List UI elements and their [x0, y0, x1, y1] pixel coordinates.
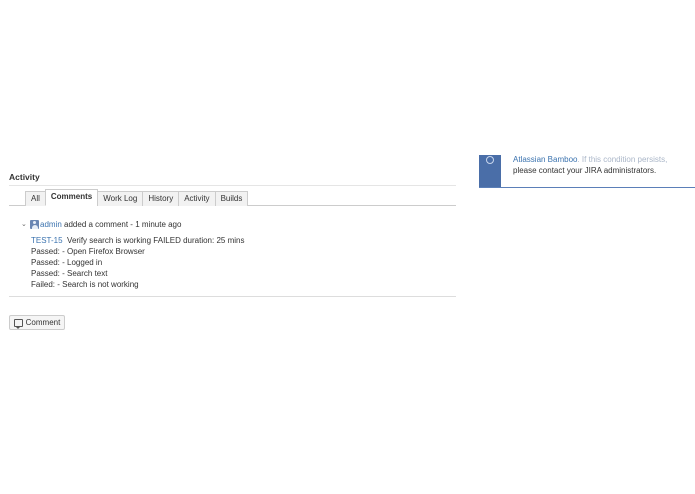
comment-timestamp[interactable]: 1 minute ago — [135, 220, 181, 229]
comment-line-1: Passed: - Open Firefox Browser — [31, 247, 145, 256]
notification-line2: please contact your JIRA administrators. — [513, 166, 657, 175]
comment-body: TEST-15 Verify search is working FAILED … — [21, 235, 456, 290]
tab-builds[interactable]: Builds — [214, 191, 249, 206]
notification-text: Atlassian Bamboo. If this condition pers… — [513, 155, 693, 176]
notification-icon-bar — [479, 155, 501, 187]
info-icon — [486, 156, 494, 164]
tab-activity[interactable]: Activity — [178, 191, 216, 206]
issue-key-link[interactable]: TEST-15 — [31, 236, 63, 245]
comment-header: ⌄ admin added a comment - 1 minute ago — [21, 218, 456, 230]
collapse-chevron-icon[interactable]: ⌄ — [21, 220, 30, 228]
activity-tabs: All Comments Work Log History Activity B… — [9, 189, 456, 206]
bamboo-link[interactable]: Atlassian Bamboo — [513, 155, 577, 164]
comment-line-4: Failed: - Search is not working — [31, 280, 139, 289]
comment-summary-text: Verify search is working FAILED duration… — [67, 236, 245, 245]
user-avatar-icon — [30, 219, 39, 229]
comment-author-link[interactable]: admin — [40, 220, 62, 229]
comment-line-3: Passed: - Search text — [31, 269, 108, 278]
notification-banner: Atlassian Bamboo. If this condition pers… — [479, 155, 695, 188]
add-comment-button[interactable]: Comment — [9, 315, 65, 330]
activity-section: Activity All Comments Work Log History A… — [9, 172, 456, 297]
tab-work-log[interactable]: Work Log — [97, 191, 144, 206]
comment-button-label: Comment — [25, 318, 61, 327]
tab-all[interactable]: All — [25, 191, 46, 206]
speech-bubble-icon — [13, 318, 23, 329]
notification-line1-rest: . If this condition persists, — [577, 155, 668, 164]
comment-line-2: Passed: - Logged in — [31, 258, 103, 267]
comment-item: ⌄ admin added a comment - 1 minute ago T… — [9, 206, 456, 297]
activity-heading: Activity — [9, 172, 456, 186]
comment-action-text: added a comment - — [64, 219, 133, 229]
tab-history[interactable]: History — [142, 191, 180, 206]
tab-comments[interactable]: Comments — [44, 189, 99, 206]
comment-summary-line: TEST-15 Verify search is working FAILED … — [31, 235, 456, 246]
